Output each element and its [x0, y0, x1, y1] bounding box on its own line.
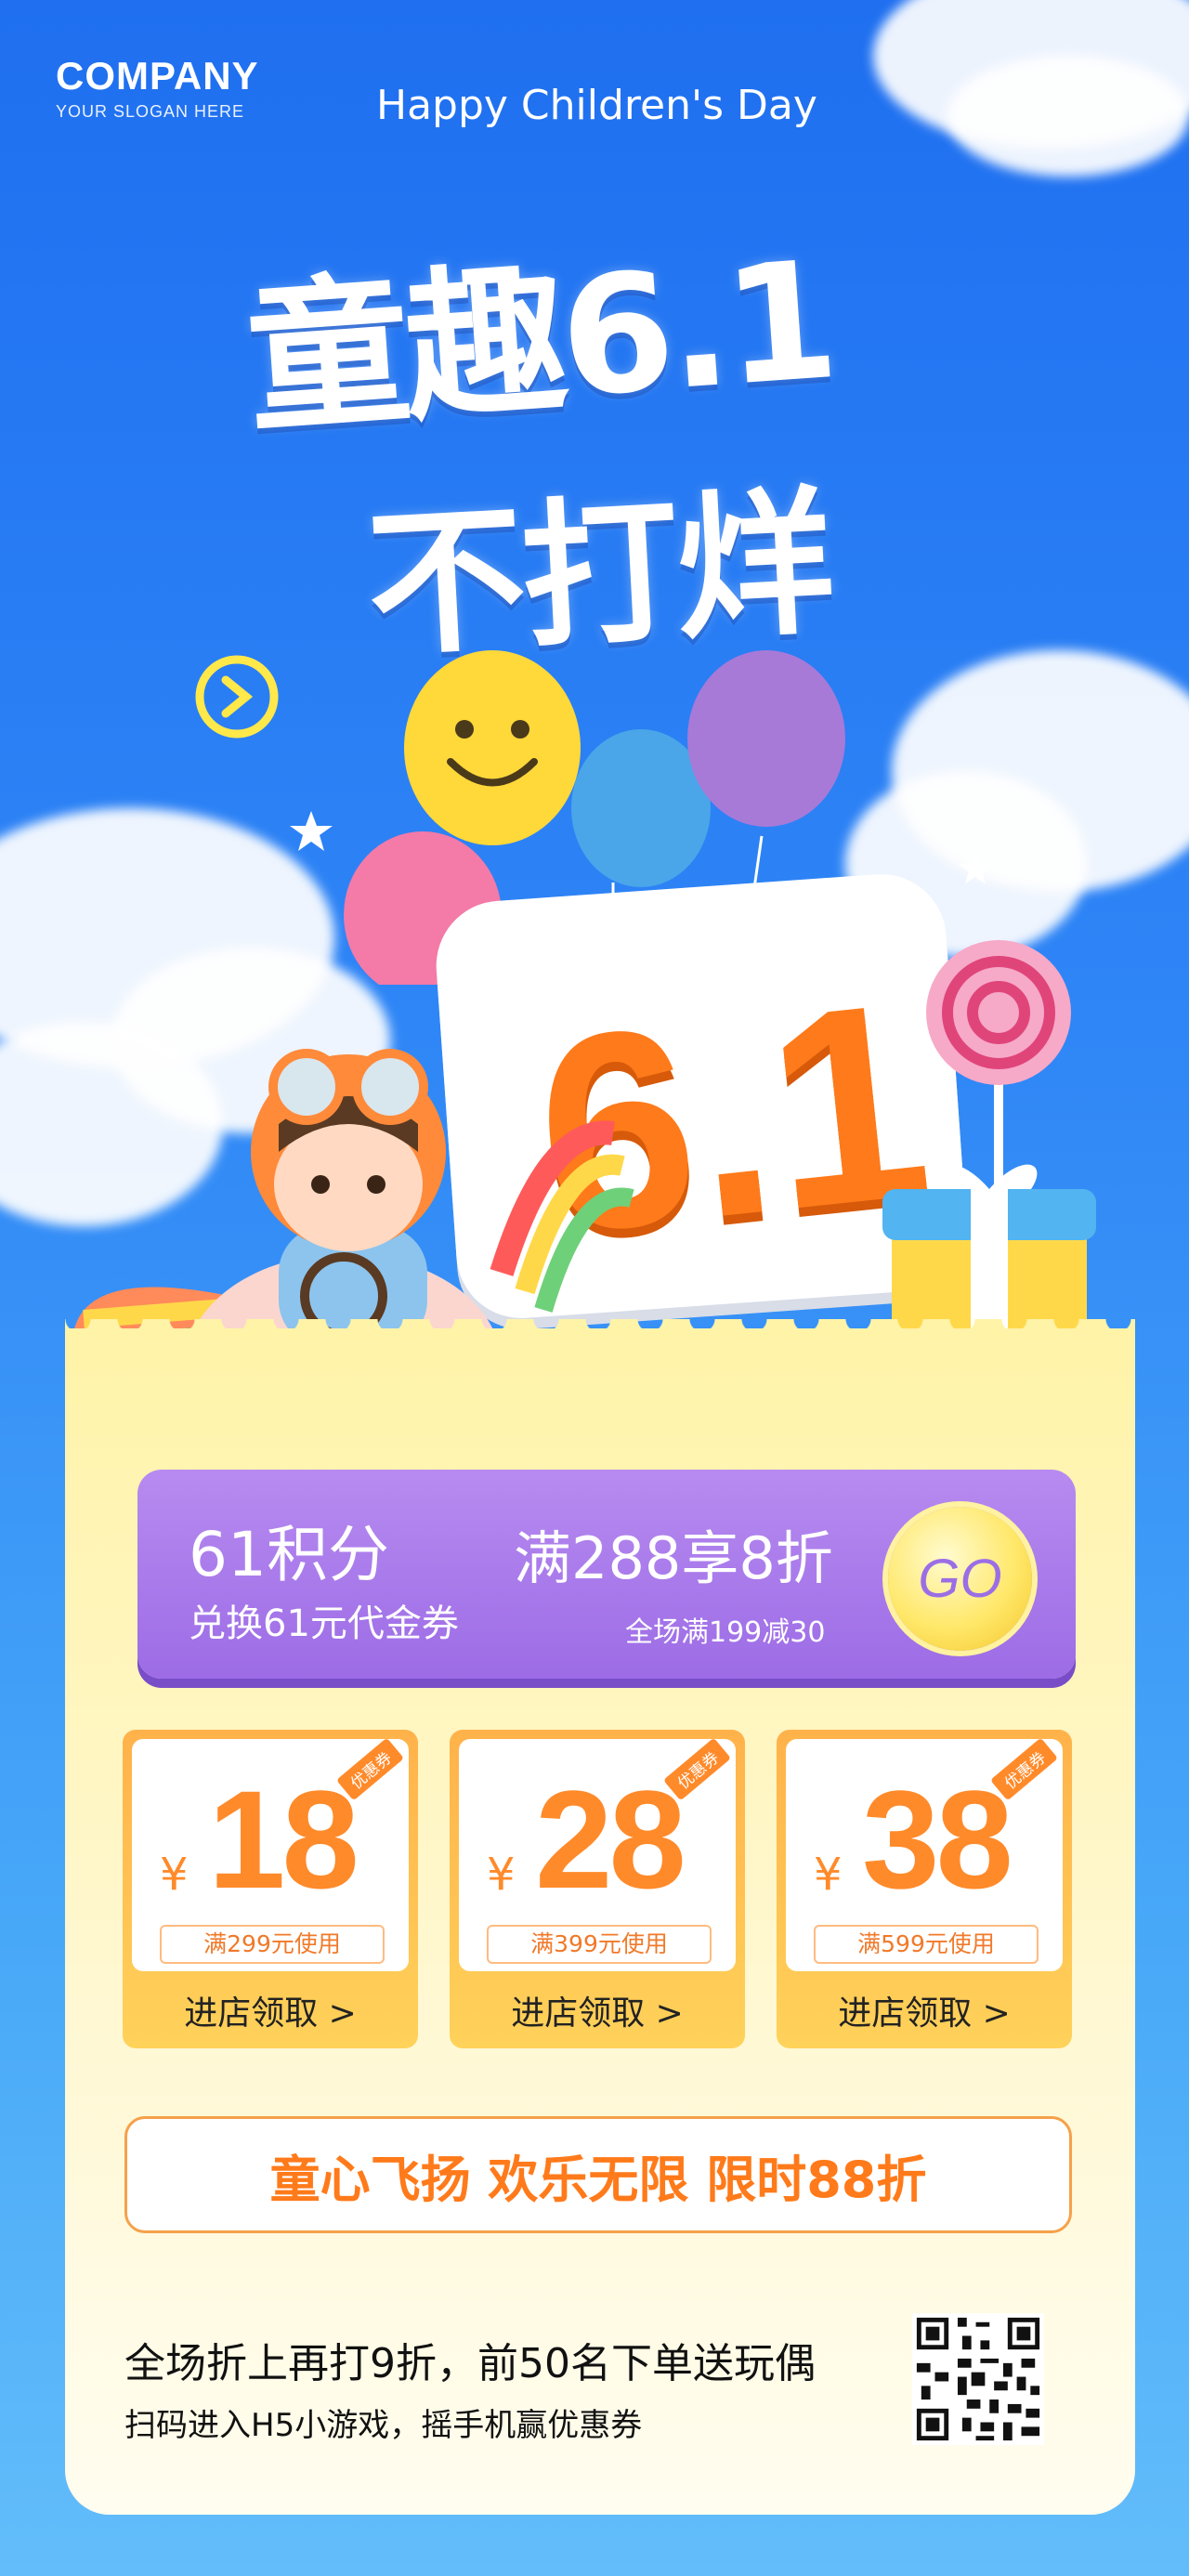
- headline-line2: 不打烊: [362, 471, 835, 679]
- star-icon: [958, 852, 993, 884]
- footer-offer-text: 全场折上再打9折，前50名下单送玩偶: [124, 2340, 816, 2387]
- sub-discount-label: 全场满199减30: [625, 1616, 826, 1649]
- headline-line1: 童趣6.1: [241, 227, 839, 456]
- coupon-claim-button[interactable]: 进店领取 >: [450, 1986, 745, 2034]
- go-button[interactable]: GO: [888, 1507, 1032, 1651]
- footer-game-text: 扫码进入H5小游戏，摇手机赢优惠券: [124, 2407, 643, 2444]
- points-promo-banner: 61积分 兑换61元代金券 满288享8折 全场满199减30 GO: [137, 1470, 1076, 1679]
- coupon-currency: ¥: [487, 1849, 516, 1901]
- company-name: COMPANY: [56, 54, 259, 98]
- coupon-condition: 满599元使用: [814, 1925, 1039, 1964]
- coupon-body: 优惠券 ¥ 28 满399元使用: [459, 1737, 736, 1971]
- coupon-card[interactable]: 优惠券 ¥ 28 满399元使用 进店领取 >: [450, 1730, 745, 2048]
- coupon-condition: 满399元使用: [487, 1925, 712, 1964]
- coupon-amount: 18: [208, 1761, 359, 1917]
- arrow-badge-icon: [195, 655, 279, 739]
- discount-label: 满288享8折: [514, 1524, 833, 1592]
- sale-slogan-banner: 童心飞扬 欢乐无限 限时88折: [124, 2116, 1072, 2233]
- company-slogan: YOUR SLOGAN HERE: [56, 102, 245, 121]
- star-icon: [290, 811, 333, 851]
- coupon-condition: 满299元使用: [160, 1925, 385, 1964]
- coupon-body: 优惠券 ¥ 18 满299元使用: [132, 1737, 409, 1971]
- header-title: Happy Children's Day: [376, 82, 817, 129]
- cloud: [947, 56, 1189, 177]
- coupon-amount: 38: [862, 1761, 1013, 1917]
- points-label: 61积分: [189, 1519, 389, 1590]
- coupon-card[interactable]: 优惠券 ¥ 38 满599元使用 进店领取 >: [777, 1730, 1072, 2048]
- exchange-label: 兑换61元代金券: [189, 1602, 459, 1645]
- brand-logo: COMPANY YOUR SLOGAN HERE: [56, 54, 259, 122]
- qr-code-icon[interactable]: [912, 2313, 1044, 2445]
- coupon-claim-button[interactable]: 进店领取 >: [777, 1986, 1072, 2034]
- coupon-body: 优惠券 ¥ 38 满599元使用: [786, 1737, 1063, 1971]
- coupon-currency: ¥: [160, 1849, 189, 1901]
- coupon-claim-button[interactable]: 进店领取 >: [123, 1986, 418, 2034]
- coupon-card[interactable]: 优惠券 ¥ 18 满299元使用 进店领取 >: [123, 1730, 418, 2048]
- poster: COMPANY YOUR SLOGAN HERE Happy Children'…: [0, 0, 1189, 2576]
- coupon-currency: ¥: [814, 1849, 843, 1901]
- coupon-amount: 28: [535, 1761, 686, 1917]
